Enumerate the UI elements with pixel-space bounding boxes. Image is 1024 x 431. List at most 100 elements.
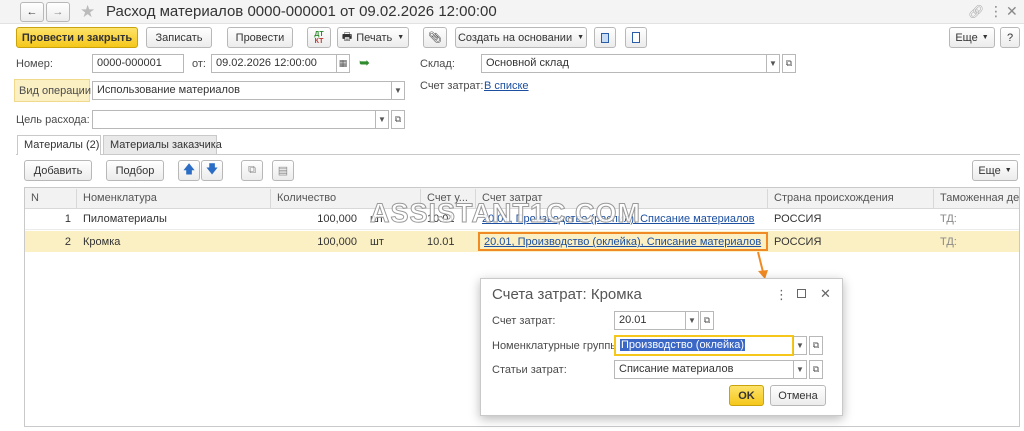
more-vertical-icon[interactable]: ⋮ [775, 287, 788, 303]
open-icon: ⧉ [703, 315, 711, 325]
dialog-groups-open-button[interactable]: ⧉ [809, 336, 823, 355]
dialog-account-field[interactable]: 20.01 [614, 311, 686, 330]
forward-button[interactable]: → [46, 2, 70, 22]
link-icon[interactable]: 🔗︎ [968, 4, 985, 20]
close-icon[interactable]: ✕ [1006, 3, 1018, 20]
optype-dropdown[interactable]: ▼ [391, 81, 405, 100]
tab-materials[interactable]: Материалы (2) [17, 135, 101, 155]
create-based-button[interactable]: Создать на основании ▼ [455, 27, 587, 48]
dialog-items-open-button[interactable]: ⧉ [809, 360, 823, 379]
dialog-items-label: Статьи затрат: [492, 364, 567, 376]
page-title: Расход материалов 0000-000001 от 09.02.2… [106, 3, 497, 20]
calendar-button[interactable]: ▦ [336, 54, 350, 73]
chevron-down-icon: ▼ [796, 365, 804, 374]
purpose-field[interactable] [92, 110, 376, 129]
warehouse-dropdown[interactable]: ▼ [766, 54, 780, 73]
more-button[interactable]: Еще ▼ [949, 27, 995, 48]
help-button[interactable]: ? [1000, 27, 1020, 48]
arrow-up-icon: 🡅︎ [182, 162, 196, 176]
post-button[interactable]: Провести [227, 27, 293, 48]
row-item: Пиломатериалы [83, 213, 167, 225]
chevron-down-icon: ▼ [796, 341, 804, 350]
open-icon: ⧉ [785, 58, 793, 68]
arrow-right-icon[interactable]: ➥ [359, 55, 370, 71]
select-button[interactable]: Подбор [106, 160, 164, 181]
dialog-items-field[interactable]: Списание материалов [614, 360, 794, 379]
purpose-label: Цель расхода: [16, 114, 90, 126]
arrow-down-icon: 🡇︎ [205, 162, 219, 176]
dialog-groups-label: Номенклатурные группы: [492, 340, 622, 352]
maximize-icon[interactable] [797, 289, 806, 298]
date-field[interactable]: 09.02.2026 12:00:00 [211, 54, 337, 73]
row-number: 1 [64, 213, 71, 225]
copy-icon: ⧉ [248, 164, 256, 176]
chevron-down-icon: ▼ [769, 59, 777, 68]
report-button[interactable] [625, 27, 647, 48]
row-country: РОССИЯ [774, 236, 822, 248]
arrow-right-icon: → [52, 6, 64, 18]
star-icon[interactable]: ★ [80, 2, 95, 22]
open-icon: ⧉ [394, 114, 402, 124]
date-label: от: [192, 58, 206, 70]
row-unit: шт [370, 236, 384, 248]
open-icon: ⧉ [812, 340, 820, 350]
structure-button[interactable] [594, 27, 616, 48]
optype-label: Вид операции: [19, 85, 95, 97]
row-number: 2 [64, 236, 71, 248]
dialog-groups-field[interactable]: Производство (оклейка) [614, 335, 794, 356]
row-item: Кромка [83, 236, 121, 248]
move-up-button[interactable]: 🡅︎ [178, 160, 200, 181]
dialog-account-dropdown[interactable]: ▼ [685, 311, 699, 330]
purpose-open-button[interactable]: ⧉ [391, 110, 405, 129]
print-button[interactable]: 🖶︎ Печать ▼ [337, 27, 409, 48]
copy-row-button[interactable]: ⧉ [241, 160, 263, 181]
watermark: ASSISTANT1C.COM [369, 198, 642, 229]
optype-field[interactable]: Использование материалов [92, 81, 392, 100]
post-and-close-button[interactable]: Провести и закрыть [16, 27, 138, 48]
close-icon[interactable]: ✕ [820, 286, 831, 302]
chevron-down-icon: ▼ [577, 34, 585, 41]
row-account: 10.01 [427, 236, 455, 248]
row-qty: 100,000 [317, 236, 357, 248]
menu-icon[interactable]: ⋮ [989, 3, 1003, 20]
paste-row-button[interactable]: ▤ [272, 160, 294, 181]
row-cost-account[interactable]: 20.01, Производство (оклейка), Списание … [478, 233, 768, 251]
attach-button[interactable]: 📎︎ [423, 27, 447, 48]
back-button[interactable]: ← [20, 2, 44, 22]
row-customs: ТД: [940, 236, 957, 248]
dialog-title: Счета затрат: Кромка [492, 286, 642, 303]
open-icon: ⧉ [812, 364, 820, 374]
col-country[interactable]: Страна происхождения [768, 189, 934, 209]
chevron-down-icon: ▼ [378, 115, 386, 124]
table-more-button[interactable]: Еще ▼ [972, 160, 1018, 181]
arrow-left-icon: ← [26, 6, 38, 18]
chevron-down-icon: ▼ [397, 34, 405, 41]
dialog-items-dropdown[interactable]: ▼ [793, 360, 807, 379]
add-button[interactable]: Добавить [24, 160, 92, 181]
row-qty: 100,000 [317, 213, 357, 225]
purpose-dropdown[interactable]: ▼ [375, 110, 389, 129]
ok-button[interactable]: OK [729, 385, 764, 406]
col-item[interactable]: Номенклатура [77, 189, 271, 209]
cost-account-link[interactable]: В списке [484, 80, 529, 92]
annotation-arrow [757, 251, 768, 279]
document-icon [632, 32, 640, 43]
dt-kt-button[interactable]: ДТ КТ [307, 27, 331, 48]
row-country: РОССИЯ [774, 213, 822, 225]
warehouse-field[interactable]: Основной склад [481, 54, 767, 73]
warehouse-open-button[interactable]: ⧉ [782, 54, 796, 73]
dialog-account-label: Счет затрат: [492, 315, 556, 327]
dialog-groups-dropdown[interactable]: ▼ [793, 336, 807, 355]
tab-customer-materials[interactable]: Материалы заказчика [103, 135, 222, 154]
save-button[interactable]: Записать [146, 27, 212, 48]
move-down-button[interactable]: 🡇︎ [201, 160, 223, 181]
dialog-account-open-button[interactable]: ⧉ [700, 311, 714, 330]
tabs-baseline [16, 154, 1020, 155]
cancel-button[interactable]: Отмена [770, 385, 826, 406]
cost-account-label: Счет затрат: [420, 80, 484, 92]
number-field[interactable]: 0000-000001 [92, 54, 184, 73]
calendar-icon: ▦ [338, 58, 348, 68]
warehouse-label: Склад: [420, 58, 455, 70]
col-customs[interactable]: Таможенная дек [934, 189, 1019, 209]
col-n[interactable]: N [25, 189, 77, 209]
